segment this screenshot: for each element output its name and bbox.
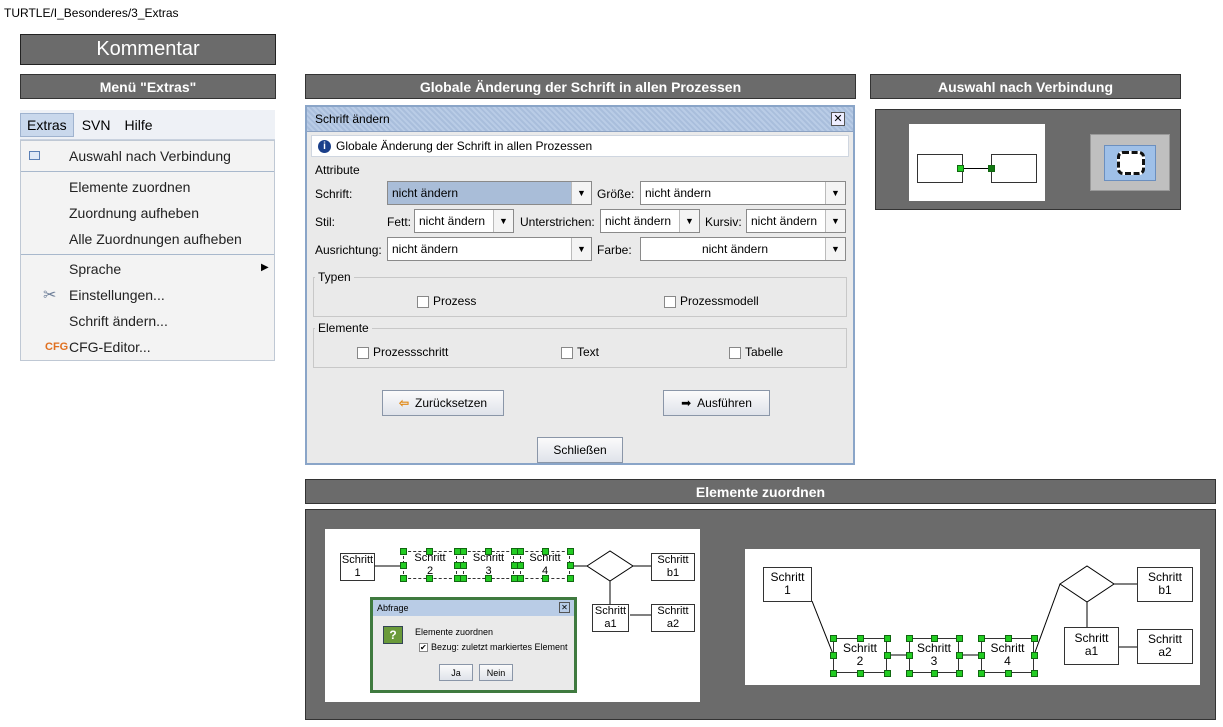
menu-item-assign[interactable]: Elemente zuordnen [69, 179, 190, 195]
step-a1[interactable]: Schritt a1 [592, 604, 629, 632]
checkbox-process-step[interactable]: Prozessschritt [357, 345, 448, 359]
query-title: Abfrage [377, 603, 409, 613]
comment-button[interactable]: Kommentar [20, 34, 276, 65]
assign-diagram-after: Schritt 1 Schritt 2 Schritt 3 Schritt 4 Schr… [745, 549, 1200, 685]
dialog-info: i Globale Änderung der Schrift in allen … [311, 135, 849, 157]
checkbox-table[interactable]: Tabelle [729, 345, 783, 359]
bold-label: Fett: [387, 215, 412, 229]
step-b1[interactable]: Schritt b1 [1137, 567, 1193, 602]
assign-diagram-before: Schritt 1 Schritt 2 Schritt 3 Schritt 4 Schr… [325, 529, 700, 702]
query-text: Elemente zuordnen [415, 627, 494, 637]
yes-button[interactable]: Ja [439, 664, 473, 681]
step-a2[interactable]: Schritt a2 [651, 604, 695, 632]
connection-diagram [909, 124, 1045, 201]
bold-select[interactable]: nicht ändern ▼ [414, 209, 514, 233]
section-header-connection: Auswahl nach Verbindung [870, 74, 1181, 99]
close-icon[interactable]: ✕ [559, 602, 570, 613]
step-3[interactable]: Schritt 3 [909, 638, 959, 673]
step-1[interactable]: Schritt 1 [763, 567, 812, 602]
underline-label: Unterstrichen: [520, 215, 595, 229]
types-group [313, 277, 847, 317]
checkbox-icon [29, 151, 40, 160]
menu-help[interactable]: Hilfe [118, 117, 158, 133]
chevron-down-icon: ▼ [825, 182, 845, 204]
underline-select[interactable]: nicht ändern ▼ [600, 209, 700, 233]
types-group-title: Typen [315, 270, 354, 284]
menu-item-unassign[interactable]: Zuordnung aufheben [69, 205, 199, 221]
no-button[interactable]: Nein [479, 664, 513, 681]
menu-svn[interactable]: SVN [76, 117, 117, 133]
color-label: Farbe: [597, 243, 632, 257]
section-header-assign: Elemente zuordnen [305, 479, 1216, 504]
checkbox-text[interactable]: Text [561, 345, 599, 359]
dialog-title: Schrift ändern [315, 112, 390, 126]
step-a1[interactable]: Schritt a1 [1064, 627, 1119, 665]
query-checkbox[interactable]: ✔ Bezug: zuletzt markiertes Element [419, 642, 568, 653]
step-2[interactable]: Schritt 2 [833, 638, 887, 673]
color-select[interactable]: nicht ändern ▼ [640, 237, 846, 261]
execute-button[interactable]: ➡ Ausführen [663, 390, 770, 416]
chevron-down-icon: ▼ [679, 210, 699, 232]
chevron-down-icon: ▼ [493, 210, 513, 232]
menu-item-language[interactable]: Sprache [69, 261, 121, 277]
attr-group-title: Attribute [315, 163, 360, 177]
menu-item-font[interactable]: Schrift ändern... [69, 313, 168, 329]
menu-item-cfg-editor[interactable]: CFG-Editor... [69, 339, 151, 355]
close-icon[interactable]: ✕ [831, 112, 845, 126]
step-4[interactable]: Schritt 4 [981, 638, 1034, 673]
submenu-arrow-icon: ▶ [261, 262, 269, 273]
menubar: Extras SVN Hilfe [20, 110, 275, 140]
step-1[interactable]: Schritt 1 [340, 553, 375, 581]
align-label: Ausrichtung: [315, 243, 382, 257]
chevron-down-icon: ▼ [825, 210, 845, 232]
dialog-titlebar: Schrift ändern [307, 107, 853, 132]
tools-icon: ✂ [43, 287, 57, 304]
info-icon: i [318, 139, 331, 153]
style-label: Stil: [315, 215, 336, 229]
chevron-down-icon: ▼ [571, 238, 591, 260]
italic-label: Kursiv: [705, 215, 742, 229]
close-button[interactable]: Schließen [537, 437, 623, 463]
arrow-right-icon: ➡ [681, 396, 692, 410]
info-text: Globale Änderung der Schrift in allen Pr… [336, 139, 593, 153]
cfg-icon: CFG [45, 341, 69, 353]
section-header-menu: Menü "Extras" [20, 74, 276, 99]
font-select[interactable]: nicht ändern ▼ [387, 181, 592, 205]
extras-menu: Auswahl nach Verbindung Elemente zuordne… [20, 140, 275, 361]
select-by-connection-icon[interactable] [1090, 134, 1170, 191]
checkbox-process[interactable]: Prozess [417, 294, 476, 308]
chevron-down-icon: ▼ [825, 238, 845, 260]
font-dialog: Schrift ändern ✕ i Globale Änderung der … [305, 105, 855, 465]
chevron-down-icon: ▼ [571, 182, 591, 204]
step-a2[interactable]: Schritt a2 [1137, 629, 1193, 664]
menu-extras[interactable]: Extras [20, 112, 74, 137]
menu-item-settings[interactable]: Einstellungen... [69, 287, 165, 303]
elements-group-title: Elemente [315, 321, 372, 335]
checkbox-process-model[interactable]: Prozessmodell [664, 294, 759, 308]
size-label: Größe: [597, 187, 635, 201]
reset-button[interactable]: ⇦ Zurücksetzen [382, 390, 504, 416]
font-label: Schrift: [315, 187, 353, 201]
breadcrumb: TURTLE/I_Besonderes/3_Extras [4, 6, 179, 20]
query-dialog: Abfrage ✕ ? Elemente zuordnen ✔ Bezug: zu… [370, 597, 577, 693]
section-header-global: Globale Änderung der Schrift in allen Pr… [305, 74, 856, 99]
reset-icon: ⇦ [398, 396, 410, 410]
italic-select[interactable]: nicht ändern ▼ [746, 209, 846, 233]
step-b1[interactable]: Schritt b1 [651, 553, 695, 581]
align-select[interactable]: nicht ändern ▼ [387, 237, 592, 261]
menu-item-by-connection[interactable]: Auswahl nach Verbindung [69, 148, 231, 164]
menu-item-unassign-all[interactable]: Alle Zuordnungen aufheben [69, 231, 242, 247]
question-icon: ? [383, 626, 403, 644]
query-titlebar: Abfrage [373, 600, 574, 616]
size-select[interactable]: nicht ändern ▼ [640, 181, 846, 205]
